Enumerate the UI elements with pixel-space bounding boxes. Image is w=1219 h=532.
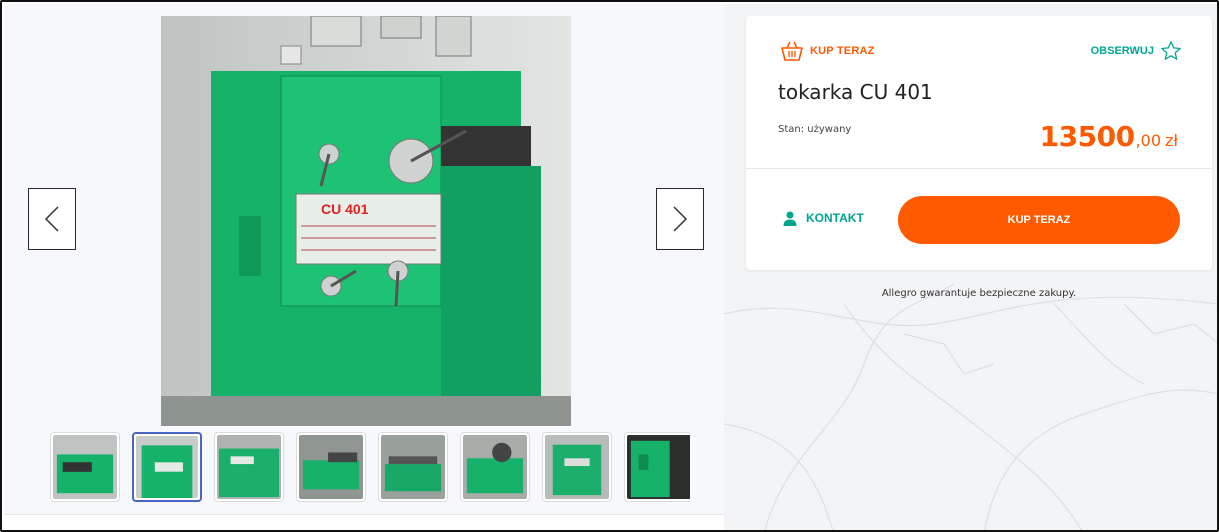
lathe-photo: CU 401: [161, 16, 571, 426]
main-product-image[interactable]: CU 401: [161, 16, 571, 426]
offer-card: KUP TERAZ OBSERWUJ tokarka CU 401 Stan: …: [746, 16, 1212, 270]
chevron-right-icon: [673, 206, 688, 232]
thumbnail[interactable]: [542, 432, 612, 502]
contact-button[interactable]: KONTAKT: [782, 210, 864, 226]
safe-purchase-note: Allegro gwarantuje bezpieczne zakupy.: [881, 288, 1077, 299]
offer-summary: KUP TERAZ OBSERWUJ tokarka CU 401 Stan: …: [746, 16, 1212, 168]
page-frame: CU 401 KUP TERAZ OBSERWUJ tokarka CU 401…: [0, 0, 1219, 532]
thumbnail[interactable]: [460, 432, 530, 502]
thumbnail[interactable]: [378, 432, 448, 502]
thumbnail[interactable]: [624, 432, 690, 502]
contact-label: KONTAKT: [806, 211, 864, 225]
chevron-left-icon: [44, 206, 59, 232]
buy-now-button[interactable]: KUP TERAZ: [898, 196, 1180, 244]
thumbnail[interactable]: [296, 432, 366, 502]
thumbnail-strip: [50, 432, 690, 506]
previous-image-button[interactable]: [28, 188, 76, 250]
price-decimal: ,00: [1135, 131, 1162, 150]
watch-label: OBSERWUJ: [1090, 45, 1154, 57]
price-currency: zł: [1165, 131, 1178, 150]
buy-now-tag-label: KUP TERAZ: [810, 45, 875, 57]
content-strip: [4, 514, 724, 530]
thumbnail[interactable]: [214, 432, 284, 502]
watch-button[interactable]: OBSERWUJ: [1091, 40, 1182, 62]
card-divider: [746, 168, 1212, 169]
product-price: 13500 ,00 zł: [1040, 120, 1178, 153]
svg-text:CU 401: CU 401: [321, 201, 369, 217]
thumbnail[interactable]: [50, 432, 120, 502]
star-outline-icon: [1161, 41, 1181, 60]
basket-icon: [781, 41, 803, 61]
product-condition: Stan: używany: [778, 124, 852, 135]
next-image-button[interactable]: [656, 188, 704, 250]
person-icon: [783, 211, 797, 226]
buy-now-tag: KUP TERAZ: [780, 40, 875, 62]
price-integer: 13500: [1039, 120, 1135, 153]
thumbnail-selected[interactable]: [132, 432, 202, 502]
product-title: tokarka CU 401: [778, 80, 933, 104]
